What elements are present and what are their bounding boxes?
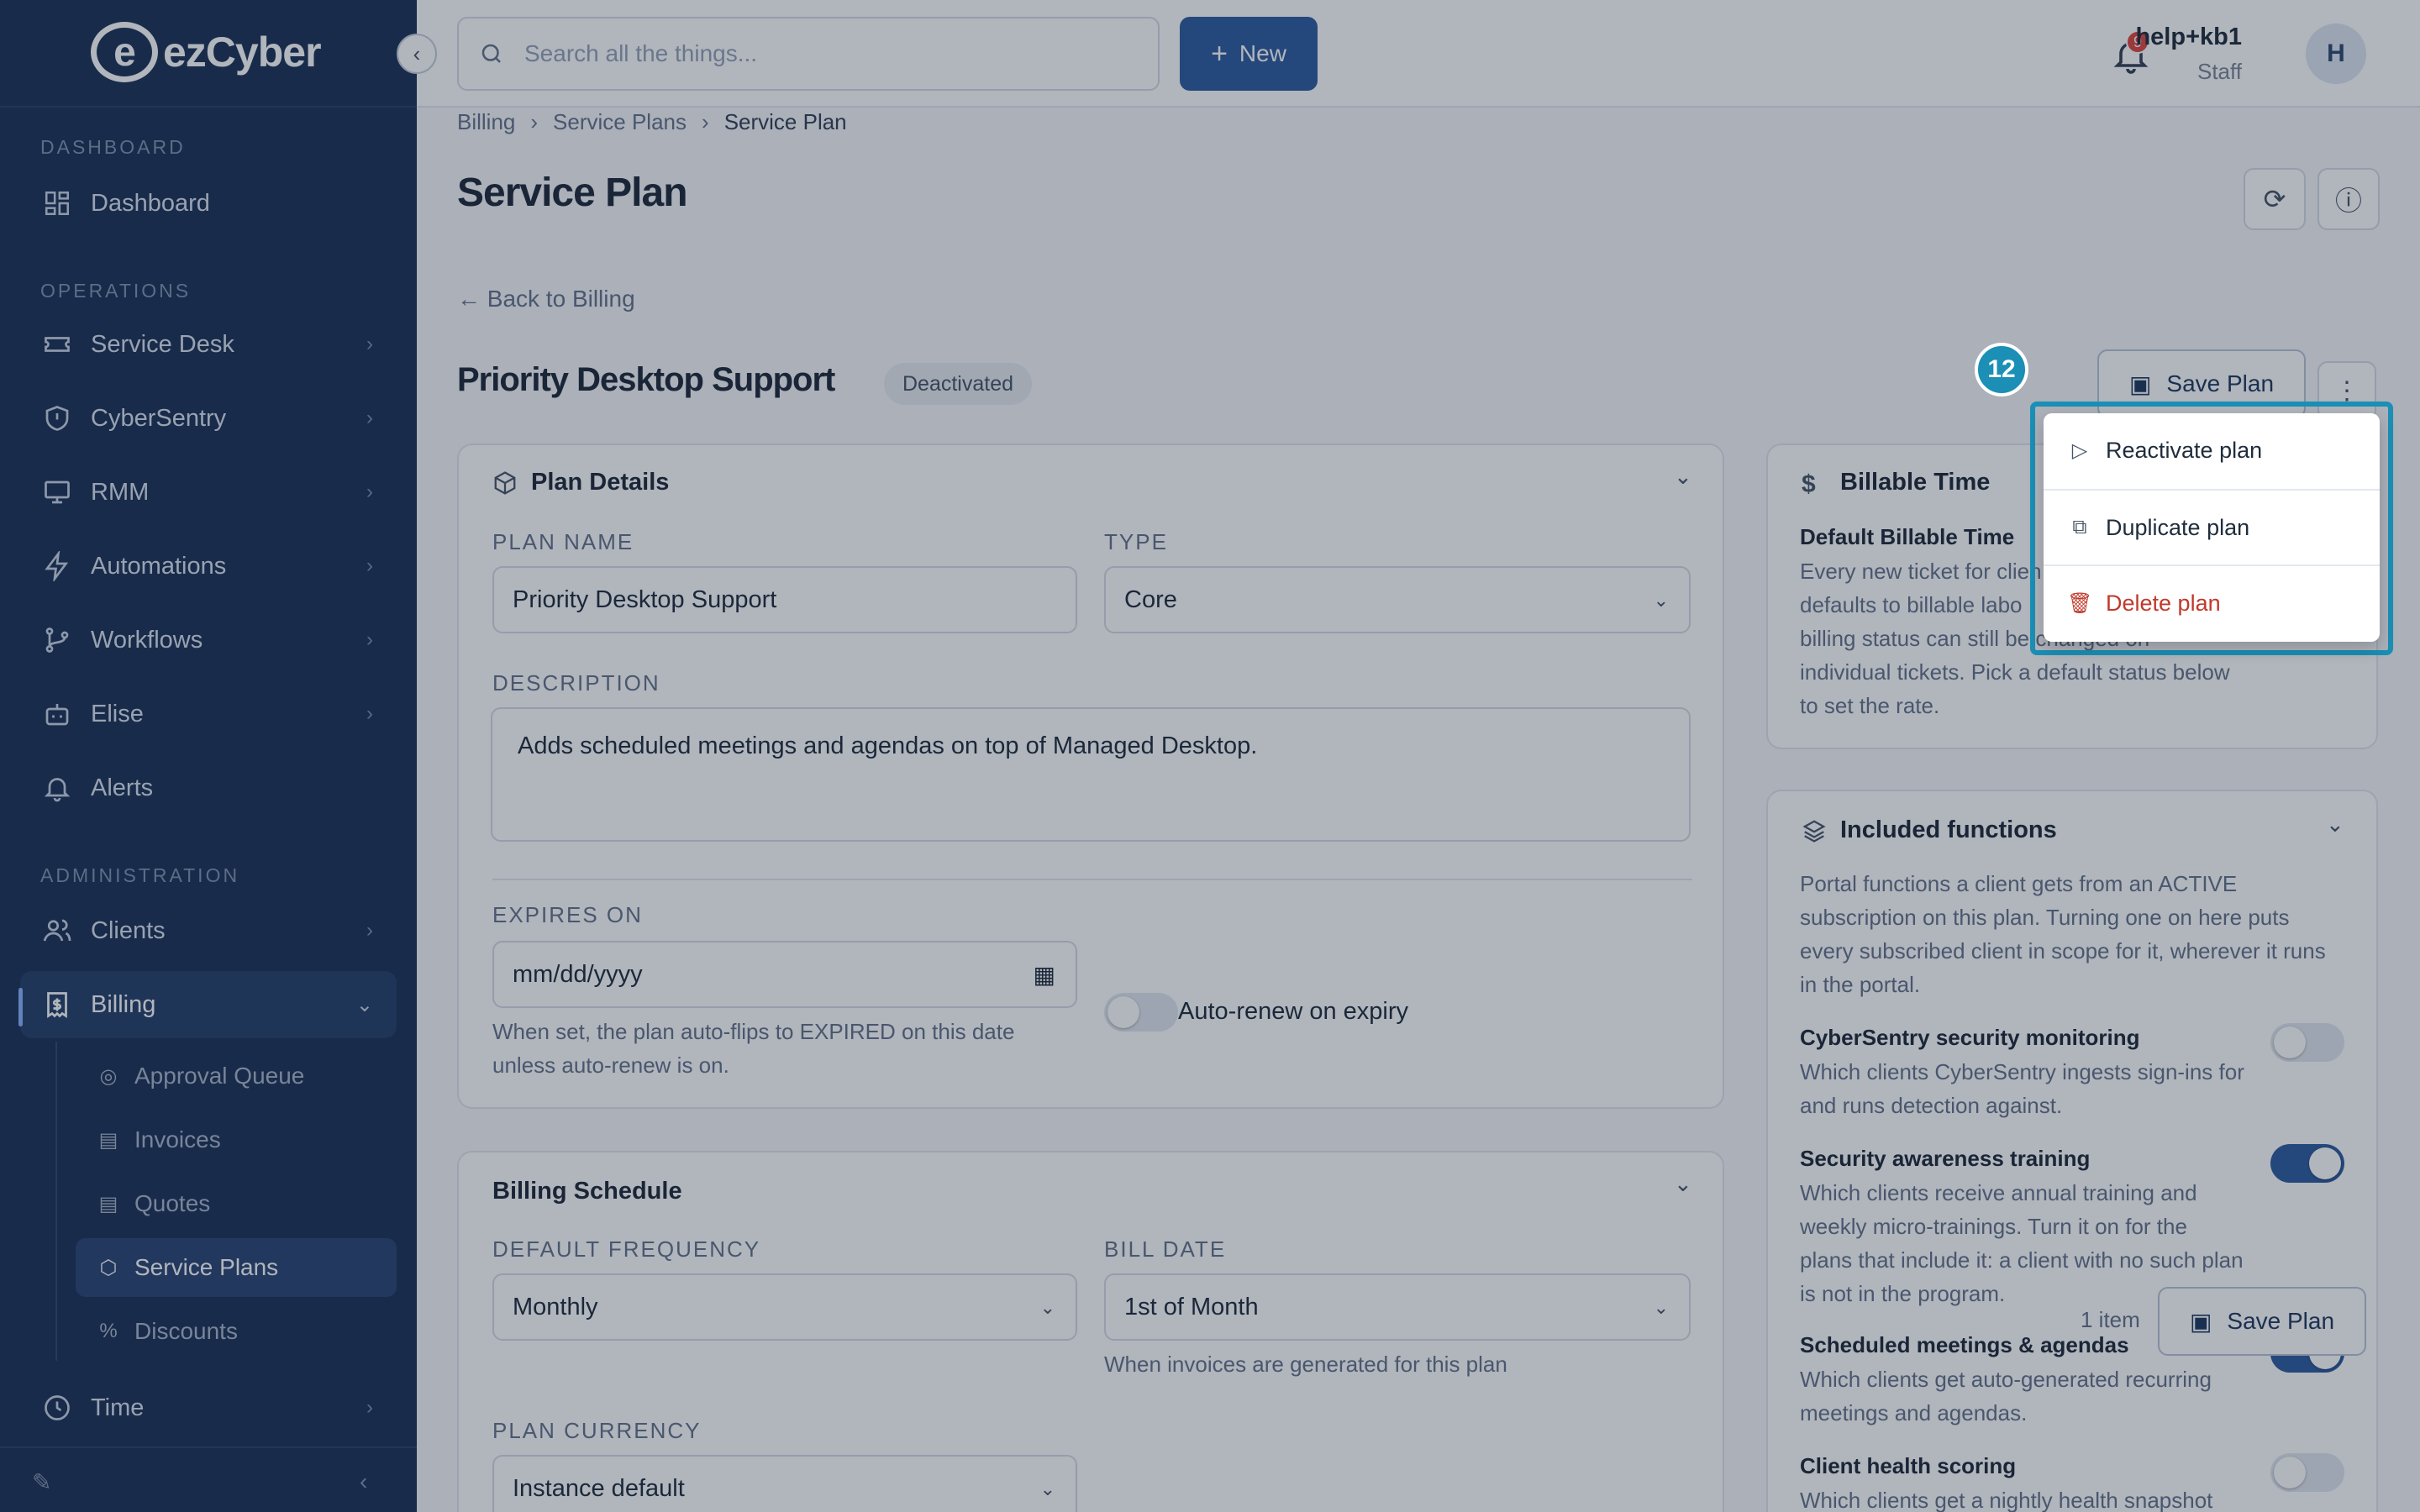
menu-item-reactivate[interactable]: ▷ Reactivate plan (2044, 413, 2380, 487)
play-icon: ▷ (2071, 438, 2088, 462)
step-marker: 12 (1975, 343, 2028, 396)
dim-overlay (0, 0, 2420, 1512)
copy-icon: ⧉ (2072, 516, 2087, 538)
menu-item-label: Duplicate plan (2106, 514, 2250, 540)
menu-item-label: Reactivate plan (2106, 437, 2263, 463)
trash-icon: 🗑 (2067, 591, 2093, 615)
menu-item-label: Delete plan (2106, 590, 2221, 616)
menu-item-duplicate[interactable]: ⧉ Duplicate plan (2044, 491, 2380, 564)
menu-item-delete[interactable]: 🗑 Delete plan (2044, 566, 2380, 640)
plan-actions-menu: ▷ Reactivate plan ⧉ Duplicate plan 🗑 Del… (2044, 413, 2380, 642)
